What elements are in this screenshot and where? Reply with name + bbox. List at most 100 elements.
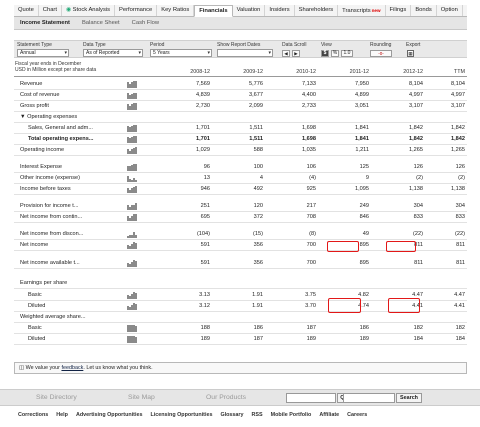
sparkline-chart-icon[interactable]	[127, 103, 137, 110]
footer-links: Corrections Help Advertising Opportunities…	[14, 412, 371, 418]
feedback-prefix: We value your	[25, 365, 62, 371]
tab-transcripts[interactable]: Transcriptsnew	[338, 5, 386, 16]
table-cell: 13	[203, 175, 210, 181]
footer-link-glossary[interactable]: Glossary	[216, 412, 247, 418]
sparkline-chart-icon[interactable]	[127, 325, 137, 332]
zoom-value[interactable]: 1.0	[341, 50, 353, 57]
tab-insiders[interactable]: Insiders	[265, 5, 295, 16]
table-cell: 833	[455, 214, 465, 220]
scroll-right-button[interactable]: ▶	[292, 50, 300, 57]
subtab-income-statement[interactable]: Income Statement	[14, 17, 76, 29]
percent-view-button[interactable]: %	[331, 50, 339, 57]
tab-stock-analysis[interactable]: ◉ Stock Analysis	[62, 5, 116, 16]
table-cell: 186	[359, 325, 369, 331]
sparkline-chart-icon[interactable]	[127, 260, 137, 267]
subtab-balance-sheet[interactable]: Balance Sheet	[76, 17, 126, 29]
table-cell: 833	[413, 214, 423, 220]
table-cell: 4.47	[454, 292, 465, 298]
sparkline-chart-icon[interactable]	[127, 136, 137, 143]
table-cell: 187	[253, 336, 263, 342]
sparkline-chart-icon[interactable]	[127, 242, 137, 249]
tab-option[interactable]: Option	[437, 5, 463, 16]
row-label: Basic	[28, 292, 42, 298]
tab-label: Bonds	[415, 7, 432, 13]
sparkline-chart-icon[interactable]	[127, 175, 137, 182]
sparkline-chart-icon[interactable]	[127, 92, 137, 99]
sparkline-bar	[135, 164, 137, 171]
tab-filings[interactable]: Filings	[386, 5, 412, 16]
table-cell: 356	[253, 260, 263, 266]
report-dates-label: Show Report Dates	[217, 42, 261, 48]
data-type-label: Data Type	[83, 42, 106, 48]
sparkline-chart-icon[interactable]	[127, 303, 137, 310]
table-cell: 304	[455, 203, 465, 209]
sparkline-chart-icon[interactable]	[127, 147, 137, 154]
statement-type-select[interactable]: Annual	[17, 49, 69, 57]
table-row: Revenue 7,569 5,776 7,133 7,950 8,104 8,104	[14, 79, 467, 90]
rounding-button[interactable]: -0-	[370, 50, 392, 57]
data-type-control: Data Type As of Reported	[83, 42, 143, 57]
row-label: Weighted average share...	[20, 314, 86, 320]
table-cell: 184	[455, 336, 465, 342]
footer-link-affiliate[interactable]: Affiliate	[315, 412, 343, 418]
export-excel-icon[interactable]: ▦	[407, 50, 414, 57]
table-cell: (22)	[413, 231, 423, 237]
period-label: Period	[150, 42, 165, 48]
site-directory-link[interactable]: Site Directory	[36, 393, 77, 403]
statement-type-control: Statement Type Annual	[17, 42, 69, 57]
data-type-select[interactable]: As of Reported	[83, 49, 143, 57]
tab-chart[interactable]: Chart	[39, 5, 62, 16]
sparkline-chart-icon[interactable]	[127, 231, 137, 238]
sparkline-bar	[135, 325, 137, 332]
dollar-view-button[interactable]: $	[321, 50, 329, 57]
sparkline-chart-icon[interactable]	[127, 214, 137, 221]
row-label[interactable]: ▼ Operating expenses	[20, 114, 120, 120]
feedback-link[interactable]: feedback	[61, 365, 83, 371]
table-cell: 49	[362, 231, 369, 237]
quote-input[interactable]	[286, 393, 336, 403]
export-label: Export	[406, 42, 421, 48]
tab-financials[interactable]: Financials	[194, 5, 233, 17]
tab-quote[interactable]: Quote	[14, 5, 39, 16]
site-map-link[interactable]: Site Map	[128, 393, 155, 403]
row-label: Cost of revenue	[20, 92, 60, 98]
feedback-suffix: . Let us know what you think.	[83, 365, 153, 371]
sparkline-chart-icon[interactable]	[127, 336, 137, 343]
footer-link-help[interactable]: Help	[52, 412, 72, 418]
table-row: Net income from contin... 695 372 708 846 833…	[14, 212, 467, 223]
table-row: Net income from discon... (104) (15) (8) 49 (…	[14, 229, 467, 240]
sparkline-chart-icon[interactable]	[127, 203, 137, 210]
search-input[interactable]	[343, 393, 395, 403]
sparkline-chart-icon[interactable]	[127, 164, 137, 171]
footer-link-advertising-opportunities[interactable]: Advertising Opportunities	[72, 412, 147, 418]
our-products-link[interactable]: Our Products	[206, 393, 246, 403]
row-label: Sales, General and adm...	[28, 125, 93, 131]
subtab-cash-flow[interactable]: Cash Flow	[126, 17, 165, 29]
tab-key-ratios[interactable]: Key Ratios	[157, 5, 195, 16]
sparkline-bar	[135, 303, 137, 310]
sparkline-chart-icon[interactable]	[127, 292, 137, 299]
report-dates-select[interactable]	[217, 49, 273, 57]
table-cell: 4.41	[454, 303, 465, 309]
tab-shareholders[interactable]: Shareholders	[295, 5, 339, 16]
table-row: Cost of revenue 4,839 3,677 4,400 4,899 4,997…	[14, 90, 467, 101]
sparkline-chart-icon[interactable]	[127, 186, 137, 193]
footer-link-licensing-opportunities[interactable]: Licensing Opportunities	[146, 412, 216, 418]
tab-performance[interactable]: Performance	[115, 5, 158, 16]
tab-valuation[interactable]: Valuation	[233, 5, 266, 16]
period-select[interactable]: 5 Years	[150, 49, 212, 57]
table-cell: (15)	[253, 231, 263, 237]
sparkline-chart-icon[interactable]	[127, 81, 137, 88]
footer-link-corrections[interactable]: Corrections	[14, 412, 52, 418]
table-cell: 3.70	[305, 303, 316, 309]
sparkline-bar	[135, 235, 137, 238]
scroll-left-button[interactable]: ◀	[282, 50, 290, 57]
tab-bonds[interactable]: Bonds	[411, 5, 437, 16]
footer-link-mobile-portfolio[interactable]: Mobile Portfolio	[267, 412, 316, 418]
table-cell: 7,569	[196, 81, 210, 87]
table-cell: 1,511	[249, 136, 263, 142]
search-button[interactable]: Search	[396, 393, 422, 403]
sparkline-chart-icon[interactable]	[127, 125, 137, 132]
footer-link-rss[interactable]: RSS	[248, 412, 267, 418]
footer-link-careers[interactable]: Careers	[343, 412, 371, 418]
